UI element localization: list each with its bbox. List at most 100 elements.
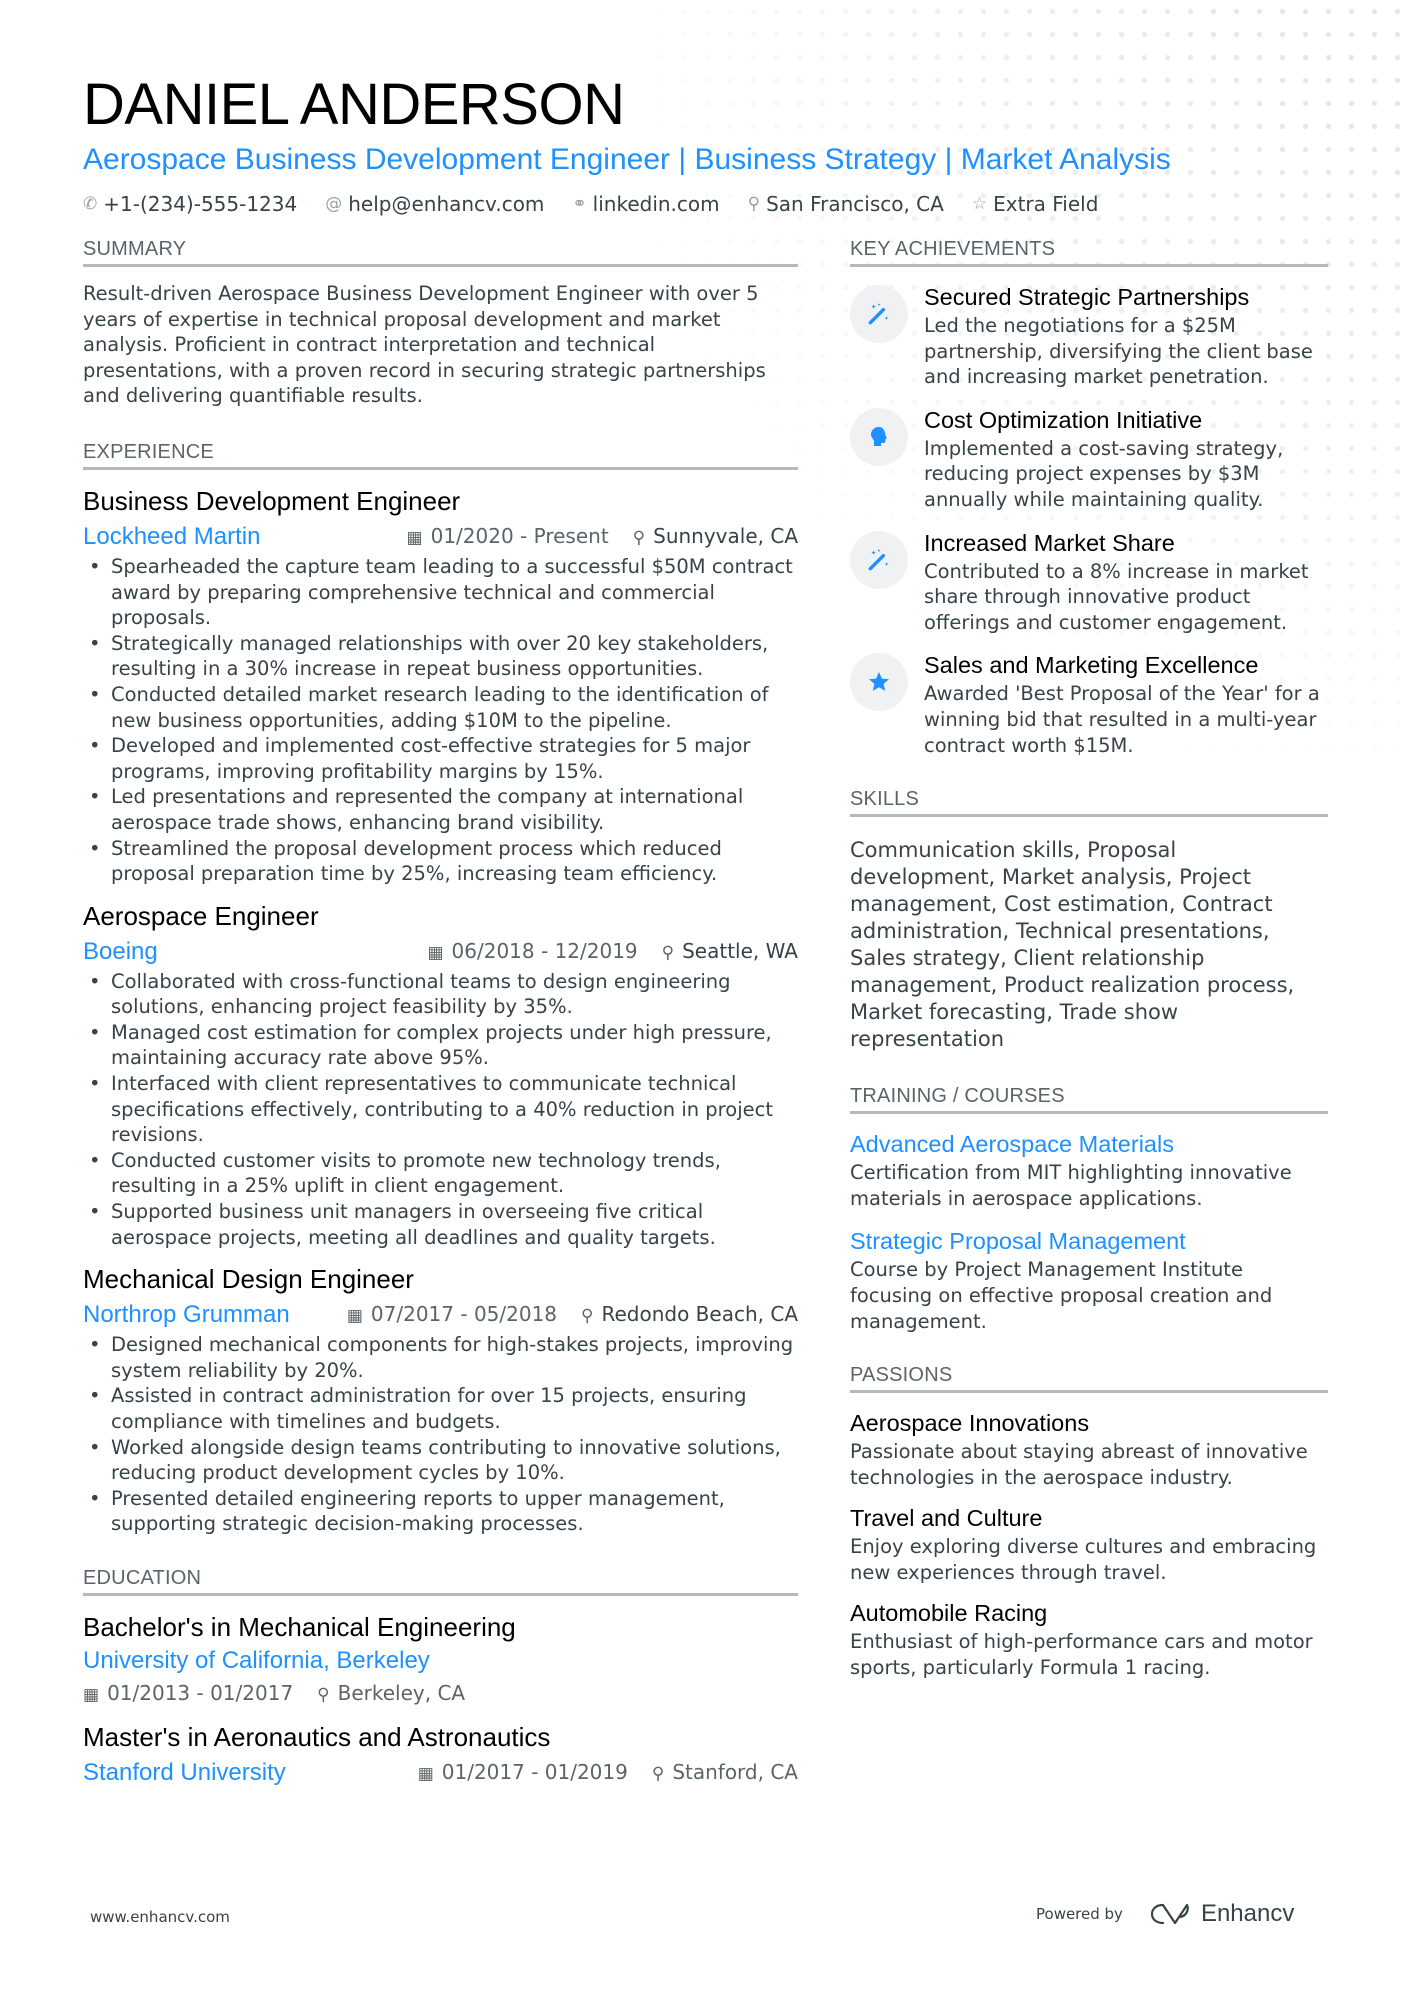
experience-heading: Experience bbox=[83, 439, 798, 470]
bullet-item: Collaborated with cross-functional teams… bbox=[89, 969, 798, 1020]
bullet-item: Strategically managed relationships with… bbox=[89, 631, 798, 682]
left-column: Summary Result-driven Aerospace Business… bbox=[83, 236, 798, 1800]
course-title: Advanced Aerospace Materials bbox=[850, 1131, 1174, 1158]
resume-page: DANIEL ANDERSON Aerospace Business Devel… bbox=[0, 0, 1410, 1995]
school-name: Stanford University bbox=[83, 1758, 286, 1786]
candidate-headline: Aerospace Business Development Engineer … bbox=[83, 143, 1171, 176]
education-entry: Bachelor's in Mechanical Engineering Uni… bbox=[83, 1610, 798, 1710]
summary-text: Result-driven Aerospace Business Develop… bbox=[83, 282, 766, 408]
calendar-icon: ▦ bbox=[406, 527, 423, 548]
footer-website-link[interactable]: www.enhancv.com bbox=[90, 1908, 230, 1926]
bullet-item: Assisted in contract administration for … bbox=[89, 1383, 798, 1434]
contact-extra-text: Extra Field bbox=[993, 192, 1099, 216]
degree: Master's in Aeronautics and Astronautics bbox=[83, 1721, 551, 1752]
bullet-item: Worked alongside design teams contributi… bbox=[89, 1435, 798, 1486]
brand-name: Enhancv bbox=[1200, 1900, 1295, 1927]
summary-heading: Summary bbox=[83, 236, 798, 267]
bullet-item: Spearheaded the capture team leading to … bbox=[89, 554, 798, 631]
course-item: Strategic Proposal Management Course by … bbox=[850, 1225, 1328, 1334]
achievement-description: Implemented a cost-saving strategy, redu… bbox=[924, 436, 1284, 511]
star-icon bbox=[850, 653, 908, 712]
contact-linkedin-text: linkedin.com bbox=[592, 192, 720, 216]
achievement-title: Increased Market Share bbox=[924, 529, 1175, 556]
passion-title: Travel and Culture bbox=[850, 1505, 1043, 1532]
resume-header: DANIEL ANDERSON Aerospace Business Devel… bbox=[83, 70, 1333, 218]
right-column: Key Achievements Secured Strategic Partn… bbox=[850, 236, 1328, 1693]
skills-heading: Skills bbox=[850, 786, 1328, 818]
job-bullets: Collaborated with cross-functional teams… bbox=[83, 969, 798, 1251]
course-description: Certification from MIT highlighting inno… bbox=[850, 1161, 1292, 1210]
experience-entry: Business Development Engineer Lockheed M… bbox=[83, 484, 798, 887]
achievement-item: Sales and Marketing Excellence Awarded '… bbox=[850, 649, 1328, 758]
contact-email[interactable]: @ help@enhancv.com bbox=[325, 190, 544, 218]
contact-phone-text: +1-(234)-555-1234 bbox=[103, 192, 298, 216]
phone-icon: ✆ bbox=[83, 194, 98, 214]
edu-location: Stanford, CA bbox=[672, 1759, 798, 1784]
enhancv-logo[interactable]: Enhancv bbox=[1149, 1900, 1294, 1928]
location-icon: ⚲ bbox=[747, 194, 761, 214]
bullet-item: Designed mechanical components for high-… bbox=[89, 1332, 798, 1383]
calendar-icon: ▦ bbox=[427, 942, 444, 963]
job-title: Mechanical Design Engineer bbox=[83, 1264, 414, 1295]
location-pin-icon: ⚲ bbox=[651, 1763, 665, 1784]
bullet-item: Developed and implemented cost-effective… bbox=[89, 733, 798, 784]
bullet-item: Interfaced with client representatives t… bbox=[89, 1071, 798, 1148]
location-pin-icon: ⚲ bbox=[661, 942, 675, 963]
company-name: Boeing bbox=[83, 937, 158, 965]
experience-entry: Aerospace Engineer Boeing ▦ 06/2018 - 12/… bbox=[83, 899, 798, 1251]
achievement-title: Secured Strategic Partnerships bbox=[924, 284, 1250, 310]
achievement-item: Increased Market Share Contributed to a … bbox=[850, 527, 1328, 636]
passion-title: Aerospace Innovations bbox=[850, 1410, 1090, 1437]
course-description: Course by Project Management Institute f… bbox=[850, 1258, 1273, 1333]
achievement-item: Secured Strategic Partnerships Led the n… bbox=[850, 281, 1328, 390]
achievement-description: Contributed to a 8% increase in market s… bbox=[924, 559, 1309, 634]
enhancv-logo-icon bbox=[1150, 1903, 1189, 1925]
education-heading: Education bbox=[83, 1565, 798, 1596]
contact-location: ⚲ San Francisco, CA bbox=[748, 190, 944, 218]
job-location: Redondo Beach, CA bbox=[601, 1302, 798, 1327]
course-title: Strategic Proposal Management bbox=[850, 1228, 1186, 1255]
link-icon: ⚭ bbox=[572, 194, 587, 214]
bullet-item: Presented detailed engineering reports t… bbox=[89, 1486, 798, 1537]
location-pin-icon: ⚲ bbox=[317, 1684, 330, 1705]
contact-email-text: help@enhancv.com bbox=[348, 192, 545, 216]
calendar-icon: ▦ bbox=[417, 1763, 434, 1784]
candidate-name: DANIEL ANDERSON bbox=[83, 72, 625, 137]
location-pin-icon: ⚲ bbox=[632, 527, 646, 548]
passion-description: Enthusiast of high-performance cars and … bbox=[850, 1630, 1313, 1680]
job-location: Sunnyvale, CA bbox=[653, 523, 798, 548]
footer-branding: Powered by Enhancv bbox=[1036, 1900, 1294, 1928]
magic-wand-icon bbox=[850, 285, 908, 343]
edu-location: Berkeley, CA bbox=[337, 1680, 466, 1705]
passion-title: Automobile Racing bbox=[850, 1600, 1048, 1627]
contact-extra-field: ☆ Extra Field bbox=[972, 190, 1099, 218]
powered-by-label: Powered by bbox=[1036, 1905, 1123, 1923]
contact-bar: ✆ +1-(234)-555-1234 @ help@enhancv.com ⚭… bbox=[83, 190, 1333, 218]
experience-entry: Mechanical Design Engineer Northrop Grum… bbox=[83, 1262, 798, 1537]
location-pin-icon: ⚲ bbox=[581, 1306, 594, 1327]
job-title: Business Development Engineer bbox=[83, 485, 461, 516]
job-dates: 07/2017 - 05/2018 bbox=[370, 1302, 558, 1327]
passion-description: Passionate about staying abreast of inno… bbox=[850, 1440, 1308, 1489]
bullet-item: Supported business unit managers in over… bbox=[89, 1199, 798, 1250]
contact-location-text: San Francisco, CA bbox=[766, 192, 944, 216]
company-name: Northrop Grumman bbox=[83, 1301, 290, 1329]
course-item: Advanced Aerospace Materials Certificati… bbox=[850, 1128, 1328, 1211]
degree: Bachelor's in Mechanical Engineering bbox=[83, 1611, 516, 1642]
contact-linkedin[interactable]: ⚭ linkedin.com bbox=[572, 190, 719, 218]
bullet-item: Streamlined the proposal development pro… bbox=[89, 836, 798, 887]
job-location: Seattle, WA bbox=[682, 938, 798, 963]
job-dates: 01/2020 - Present bbox=[430, 523, 609, 548]
bullet-item: Led presentations and represented the co… bbox=[89, 784, 798, 835]
job-title: Aerospace Engineer bbox=[83, 900, 319, 931]
school-name: University of California, Berkeley bbox=[83, 1646, 430, 1674]
contact-phone[interactable]: ✆ +1-(234)-555-1234 bbox=[83, 190, 297, 218]
achievement-item: Cost Optimization Initiative Implemented… bbox=[850, 404, 1328, 513]
magic-wand-icon bbox=[850, 530, 908, 589]
job-dates: 06/2018 - 12/2019 bbox=[451, 938, 638, 963]
achievement-description: Awarded 'Best Proposal of the Year' for … bbox=[924, 682, 1320, 757]
edu-dates: 01/2013 - 01/2017 bbox=[107, 1680, 294, 1705]
star-outline-icon: ☆ bbox=[971, 194, 988, 214]
head-brain-icon bbox=[850, 407, 908, 466]
calendar-icon: ▦ bbox=[346, 1306, 363, 1327]
